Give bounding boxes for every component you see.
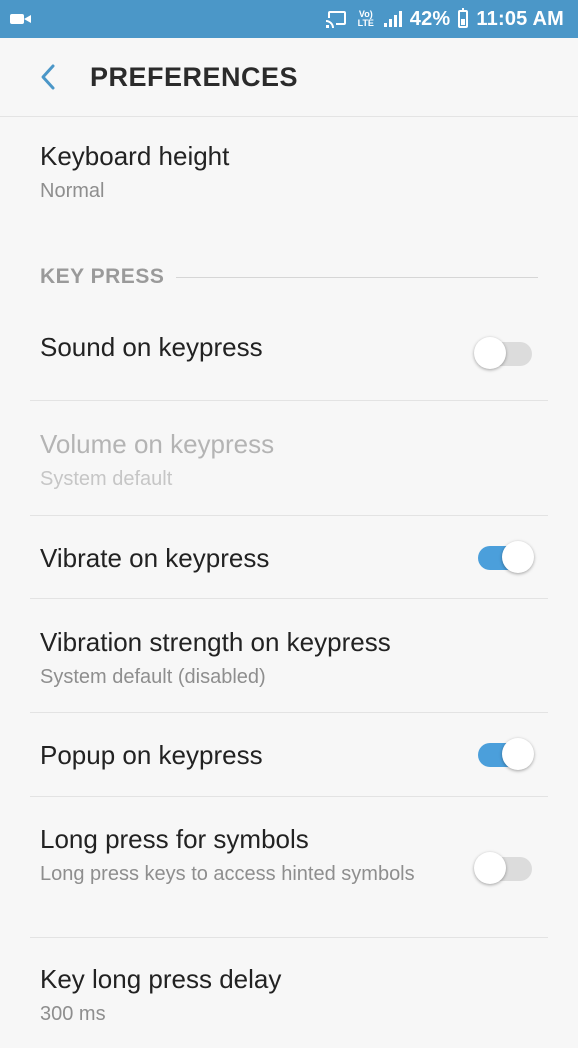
signal-icon: [383, 11, 402, 27]
vibrate-on-keypress-item[interactable]: Vibrate on keypress: [30, 516, 548, 599]
chevron-left-icon: [41, 64, 55, 90]
sound-on-keypress-item[interactable]: Sound on keypress: [30, 309, 548, 401]
battery-percent: 42%: [409, 7, 451, 30]
volume-on-keypress-item: Volume on keypress System default: [30, 401, 548, 516]
clock: 11:05 AM: [476, 7, 564, 30]
popup-on-keypress-toggle[interactable]: [474, 738, 534, 770]
page-title: PREFERENCES: [90, 61, 299, 92]
key-long-press-delay-title: Key long press delay: [40, 964, 282, 994]
status-bar: Vo) LTE 42% 11:05 AM: [0, 0, 578, 38]
vibration-strength-title: Vibration strength on keypress: [40, 627, 391, 657]
volume-on-keypress-title: Volume on keypress: [40, 429, 275, 459]
keyboard-height-summary: Normal: [40, 180, 105, 202]
section-label: KEY PRESS: [40, 265, 165, 288]
long-press-symbols-title: Long press for symbols: [40, 824, 309, 854]
back-button[interactable]: [18, 47, 78, 107]
volume-on-keypress-summary: System default: [40, 468, 173, 490]
section-divider: [176, 276, 538, 278]
popup-on-keypress-title: Popup on keypress: [40, 740, 263, 770]
sound-on-keypress-title: Sound on keypress: [40, 332, 263, 362]
volte-icon: Vo) LTE: [356, 10, 376, 28]
section-header-key-press: KEY PRESS: [30, 245, 548, 309]
long-press-symbols-item[interactable]: Long press for symbols Long press keys t…: [30, 797, 548, 938]
vibration-strength-item[interactable]: Vibration strength on keypress System de…: [30, 599, 548, 713]
screen-cast-icon: [325, 10, 348, 28]
long-press-symbols-summary: Long press keys to access hinted symbols: [40, 863, 415, 885]
preferences-list: Keyboard height Normal KEY PRESS Sound o…: [0, 117, 578, 1048]
vibration-strength-summary: System default (disabled): [40, 666, 266, 688]
video-recording-icon: [10, 12, 32, 26]
volte-line-2: LTE: [357, 18, 374, 28]
long-press-symbols-toggle[interactable]: [474, 852, 534, 884]
keyboard-height-item[interactable]: Keyboard height Normal: [30, 117, 548, 245]
vibrate-on-keypress-title: Vibrate on keypress: [40, 543, 270, 573]
app-header: PREFERENCES: [0, 38, 578, 117]
vibrate-on-keypress-toggle[interactable]: [474, 541, 534, 573]
keyboard-height-title: Keyboard height: [40, 141, 230, 171]
popup-on-keypress-item[interactable]: Popup on keypress: [30, 713, 548, 797]
sound-on-keypress-toggle[interactable]: [474, 337, 534, 369]
battery-icon: [458, 8, 469, 28]
key-long-press-delay-item[interactable]: Key long press delay 300 ms: [30, 938, 548, 1048]
